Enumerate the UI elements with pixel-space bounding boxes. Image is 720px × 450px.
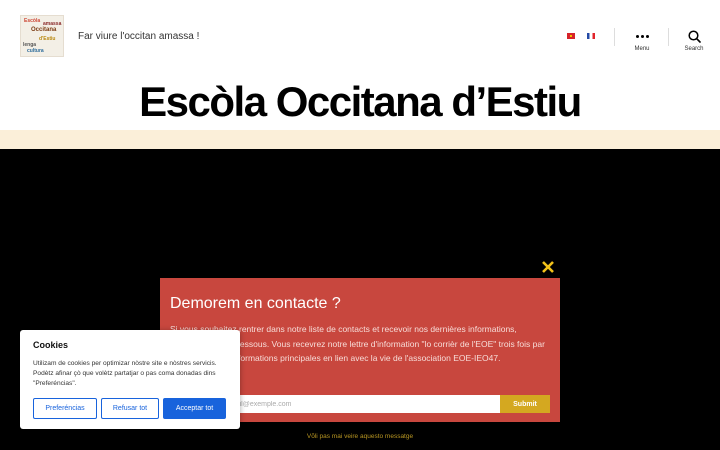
menu-button[interactable]: Menu bbox=[622, 29, 662, 52]
site-title[interactable]: Escòla Occitana d’Estiu bbox=[0, 78, 720, 126]
logo-word: d'Estiu bbox=[39, 36, 56, 42]
accept-all-button[interactable]: Acceptar tot bbox=[163, 398, 226, 419]
site-logo[interactable]: Escòla Occitana d'Estiu lenga cultura am… bbox=[20, 15, 64, 57]
cookie-banner: Cookies Utilizam de cookies per optimiza… bbox=[20, 330, 240, 429]
email-field[interactable] bbox=[220, 395, 500, 413]
cookie-title: Cookies bbox=[33, 340, 69, 350]
site-header: Escòla Occitana d'Estiu lenga cultura am… bbox=[0, 0, 720, 130]
header-divider bbox=[614, 28, 615, 46]
flag-france-icon[interactable] bbox=[587, 33, 595, 39]
search-icon bbox=[674, 29, 714, 43]
cookie-text: Utilizam de cookies per optimizar nòstre… bbox=[33, 360, 217, 387]
logo-word: Escòla bbox=[24, 18, 41, 24]
logo-word: Occitana bbox=[31, 27, 57, 33]
popup-title: Demorem en contacte ? bbox=[170, 295, 341, 312]
header-band bbox=[0, 130, 720, 149]
logo-word: cultura bbox=[27, 48, 44, 54]
dismiss-popup-link[interactable]: Võli pas mai veire aquesto messatge bbox=[0, 433, 720, 440]
header-divider bbox=[668, 28, 669, 46]
search-button[interactable]: Search bbox=[674, 29, 714, 52]
refuse-all-button[interactable]: Refusar tot bbox=[101, 398, 159, 419]
submit-button[interactable]: Submit bbox=[500, 395, 550, 413]
menu-label: Menu bbox=[634, 46, 650, 52]
preferences-button[interactable]: Preferéncias bbox=[33, 398, 97, 419]
site-tagline: Far viure l'occitan amassa ! bbox=[78, 31, 200, 42]
flag-occitan-icon[interactable] bbox=[567, 33, 575, 39]
close-icon[interactable] bbox=[540, 259, 556, 275]
search-label: Search bbox=[684, 46, 704, 52]
logo-word: amassa bbox=[43, 21, 62, 27]
more-dots-icon bbox=[622, 29, 662, 43]
